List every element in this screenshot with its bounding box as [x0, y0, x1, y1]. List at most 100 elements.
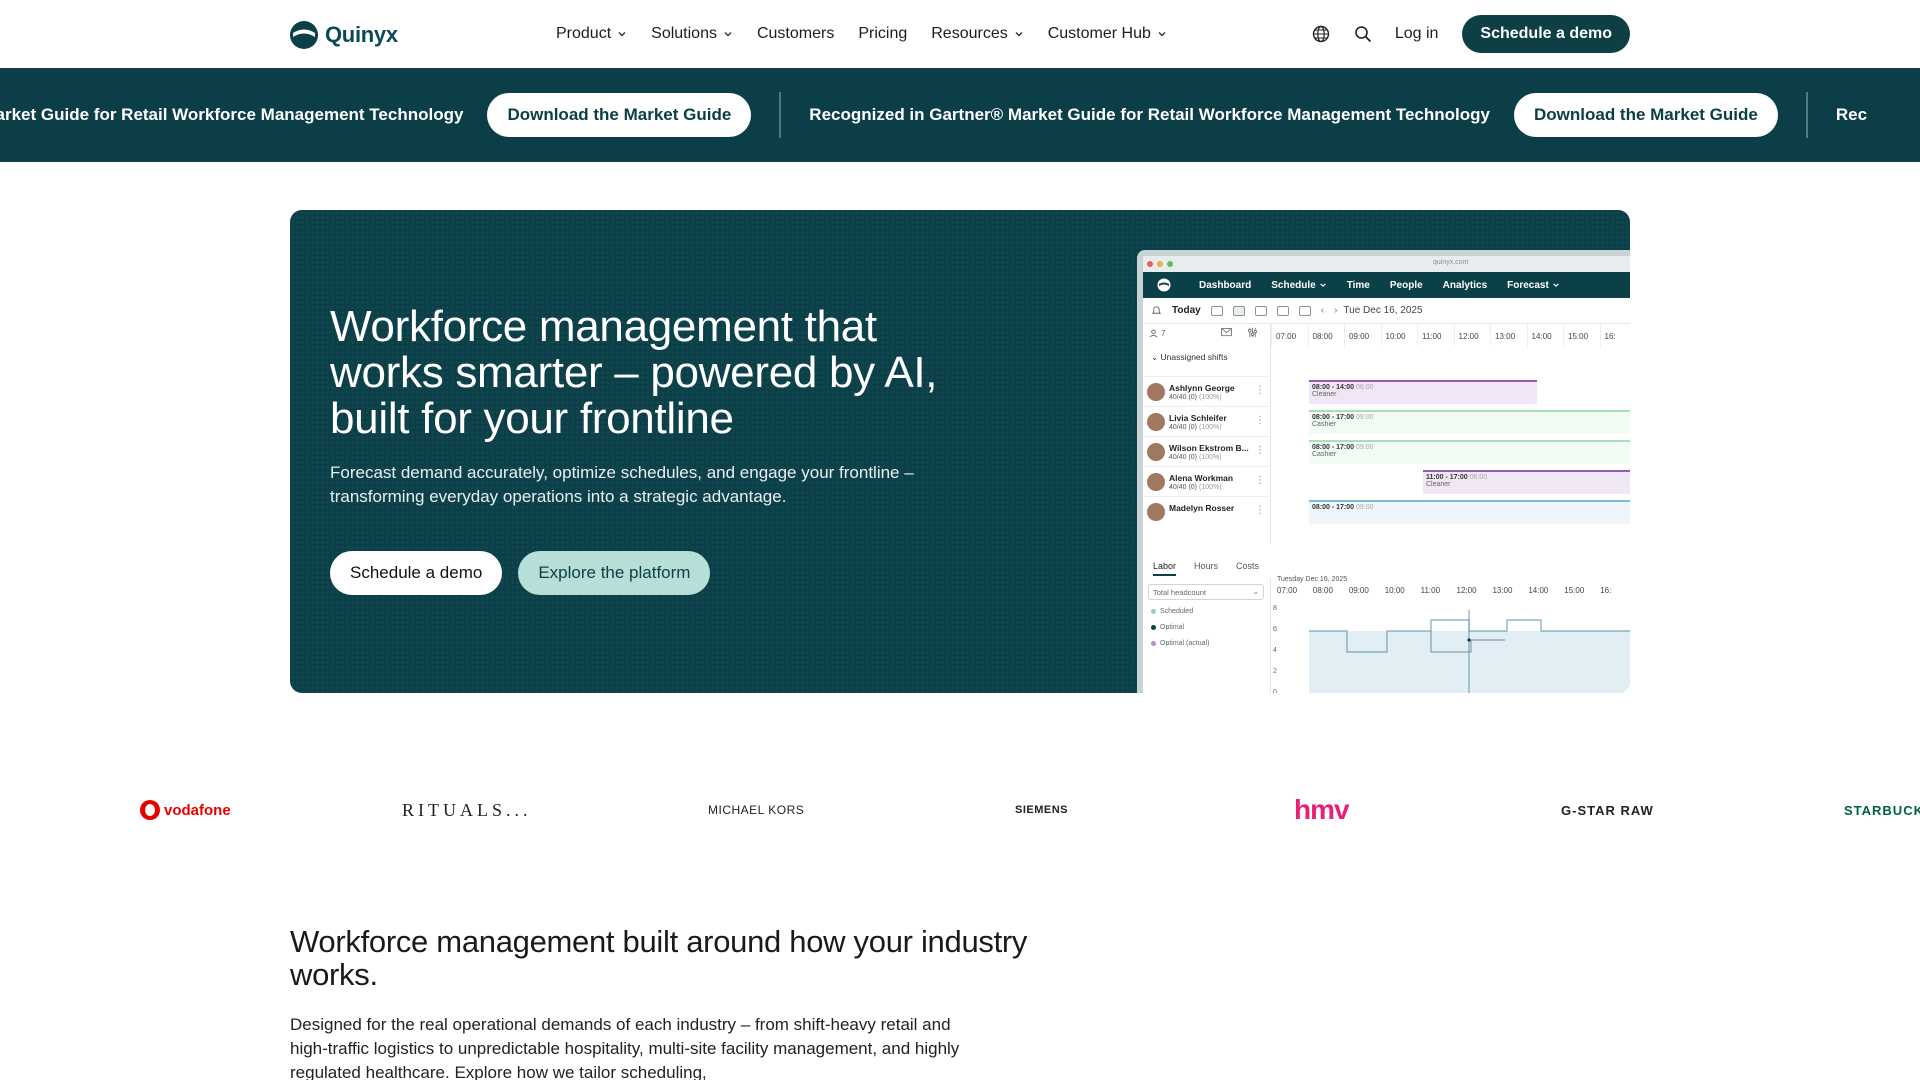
labor-panel: Labor Hours Costs Total headcount ⌄ Sched… — [1143, 556, 1630, 693]
employee-name: Alena Workman — [1169, 473, 1234, 483]
schedule-demo-button[interactable]: Schedule a demo — [1462, 15, 1630, 53]
chart-hour-label: 15:00 — [1564, 586, 1585, 595]
logo-text: RITUALS... — [402, 799, 532, 820]
menu-item-solutions[interactable]: Solutions — [651, 25, 733, 43]
download-market-guide-button[interactable]: Download the Market Guide — [1513, 93, 1778, 137]
y-tick: 2 — [1273, 668, 1277, 675]
vodafone-logo-icon — [140, 800, 160, 820]
chart-hour-label: 12:00 — [1456, 586, 1477, 595]
menu-item-customer-hub[interactable]: Customer Hub — [1048, 25, 1167, 43]
app-tab-forecast: Forecast — [1507, 280, 1560, 291]
view-icon — [1232, 305, 1245, 316]
chevron-down-icon — [724, 32, 732, 37]
legend-optimal: Optimal — [1151, 624, 1184, 631]
nav-actions: Log in Schedule a demo — [1311, 0, 1630, 68]
browser-url: quinyx.com — [1433, 259, 1469, 266]
people-count-value: 7 — [1161, 329, 1166, 338]
employee-hours: 40/40 (0) (100%) — [1169, 424, 1222, 431]
menu-item-product[interactable]: Product — [556, 25, 627, 43]
view-icon — [1210, 305, 1223, 316]
chevron-down-icon: ⌄ — [1252, 587, 1259, 596]
menu-item-pricing[interactable]: Pricing — [858, 25, 907, 43]
chart-date: Tuesday Dec 16, 2025 — [1277, 576, 1348, 583]
chart-hour-label: 09:00 — [1348, 586, 1369, 595]
y-axis-ticks: 8 6 4 2 0 — [1273, 605, 1277, 693]
g-star-raw-logo: G-STAR RAW — [1561, 785, 1654, 835]
starbucks-logo: STARBUCK — [1844, 785, 1920, 835]
employee-row: Wilson Ekstrom B... 40/40 (0) (100%) ⋮ — [1143, 436, 1271, 466]
logo-text: MICHAEL KORS — [708, 803, 805, 817]
menu-label: Customer Hub — [1047, 25, 1151, 42]
chevron-right-icon: › — [1334, 305, 1338, 316]
chart-hour-label: 14:00 — [1528, 586, 1549, 595]
y-tick: 6 — [1273, 626, 1277, 633]
hour-label: 14:00 — [1526, 324, 1564, 346]
logo-text: SIEMENS — [1015, 804, 1069, 816]
menu-item-resources[interactable]: Resources — [931, 25, 1023, 43]
labor-tabs: Labor Hours Costs — [1143, 556, 1271, 576]
hour-label: 16: — [1599, 324, 1631, 346]
calendar-icon — [1276, 305, 1289, 316]
menu-item-customers[interactable]: Customers — [757, 25, 834, 43]
more-icon: ⋮ — [1255, 385, 1265, 396]
globe-icon[interactable] — [1311, 24, 1331, 44]
legend-scheduled: Scheduled — [1151, 608, 1193, 615]
logo-text: vodafone — [164, 801, 231, 819]
more-icon: ⋮ — [1255, 415, 1265, 426]
download-market-guide-button[interactable]: Download the Market Guide — [487, 93, 752, 137]
hero-subtitle: Forecast demand accurately, optimize sch… — [330, 463, 914, 506]
avatar — [1147, 383, 1165, 401]
vodafone-logo: vodafone — [140, 785, 231, 835]
shift-block: 08:00 - 14:00 06:00 Cleaner — [1309, 380, 1537, 404]
banner-divider — [1805, 92, 1808, 138]
chart-hour-axis: 07:00 08:00 09:00 10:00 11:00 12:00 13:00 14:00… — [1277, 586, 1630, 595]
employee-hours: 40/40 (0) (100%) — [1169, 454, 1222, 461]
quinyx-logo[interactable]: Quinyx — [289, 20, 398, 50]
employee-row: Ashlynn George 40/40 (0) (100%) ⋮ — [1143, 376, 1271, 406]
hour-label: 07:00 — [1271, 324, 1308, 346]
chevron-down-icon — [1553, 283, 1559, 287]
app-tab-people: People — [1390, 280, 1423, 291]
menu-label: Pricing — [858, 25, 908, 42]
announcement-banner: tner® Market Guide for Retail Workforce … — [0, 68, 1920, 162]
shift-block: 08:00 - 17:00 09:00 Cashier — [1309, 440, 1630, 464]
tab-label: Schedule — [1271, 279, 1316, 291]
shift-block: 08:00 - 17:00 09:00 Cashier — [1309, 410, 1630, 434]
hero-title: Workforce management that works smarter … — [330, 302, 938, 443]
list-icon — [1298, 305, 1311, 316]
tab-label: Analytics — [1442, 279, 1488, 291]
siemens-logo: SIEMENS — [1015, 785, 1068, 835]
app-topbar: Dashboard Schedule Time People Analytics… — [1143, 272, 1630, 298]
shift-block: 08:00 - 17:00 09:00 — [1309, 500, 1630, 524]
chevron-left-icon: ‹ — [1320, 305, 1325, 316]
chart-hour-label: 08:00 — [1312, 586, 1333, 595]
headcount-select: Total headcount ⌄ — [1148, 584, 1264, 600]
banner-divider — [779, 92, 782, 138]
hero-schedule-demo-button[interactable]: Schedule a demo — [330, 551, 503, 595]
banner-marquee: tner® Market Guide for Retail Workforce … — [0, 68, 1891, 162]
login-link[interactable]: Log in — [1395, 25, 1439, 43]
avatar — [1147, 473, 1165, 491]
today-label: Today — [1172, 305, 1201, 316]
shift-block: 11:00 - 17:00 06:00 Cleaner — [1423, 470, 1630, 494]
app-toolbar: Today ‹ › Tue Dec 16, 2025 — [1143, 298, 1630, 324]
menu-label: Product — [556, 25, 612, 42]
top-navigation: Quinyx Product Solutions Customers Prici… — [0, 0, 1920, 68]
chart-hour-label: 16: — [1600, 586, 1612, 595]
menu-label: Solutions — [651, 25, 717, 42]
logo-text: Quinyx — [325, 22, 398, 47]
explore-platform-button[interactable]: Explore the platform — [518, 551, 711, 595]
avatar — [1147, 413, 1165, 431]
employee-name: Livia Schleifer — [1169, 413, 1227, 423]
menu-label: Resources — [931, 25, 1008, 42]
unassigned-shifts-toggle: ⌄ Unassigned shifts — [1151, 352, 1228, 362]
app-tab-time: Time — [1347, 280, 1370, 291]
more-icon: ⋮ — [1255, 475, 1265, 486]
industry-section-title: Workforce management built around how yo… — [290, 924, 1028, 992]
people-count: 7 — [1149, 329, 1165, 338]
hour-label: 09:00 — [1344, 324, 1381, 346]
current-time-marker — [1467, 638, 1471, 642]
logo-text: G-STAR RAW — [1561, 802, 1654, 818]
hour-label: 10:00 — [1380, 324, 1418, 346]
search-icon[interactable] — [1353, 24, 1373, 44]
